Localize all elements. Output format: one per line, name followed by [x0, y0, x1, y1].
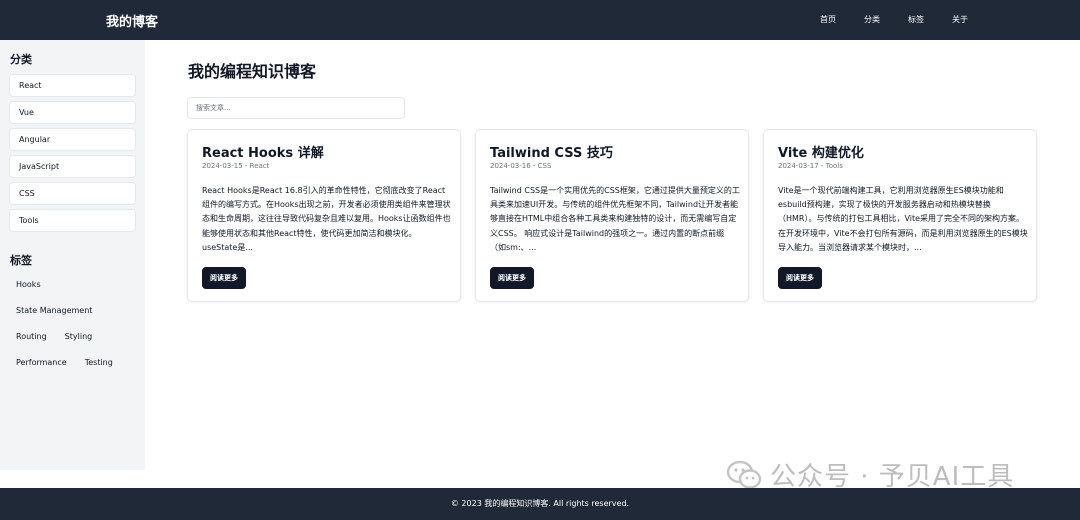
top-navbar: 我的博客 首页 分类 标签 关于 — [0, 0, 1080, 40]
post-title[interactable]: React Hooks 详解 — [202, 142, 324, 161]
main-nav: 首页 分类 标签 关于 — [820, 14, 996, 25]
read-more-button[interactable]: 阅读更多 — [202, 267, 246, 289]
post-title[interactable]: Tailwind CSS 技巧 — [490, 142, 613, 161]
footer-copyright: © 2023 我的编程知识博客. All rights reserved. — [450, 499, 630, 508]
post-card: Vite 构建优化 2024-03-17 - Tools Vite是一个现代前端… — [763, 129, 1037, 302]
nav-link-home[interactable]: 首页 — [820, 14, 836, 25]
category-item-css[interactable]: CSS — [9, 182, 136, 205]
footer: © 2023 我的编程知识博客. All rights reserved. — [0, 488, 1080, 520]
tags-heading: 标签 — [10, 254, 32, 267]
post-card: Tailwind CSS 技巧 2024-03-16 - CSS Tailwin… — [475, 129, 749, 302]
sidebar: 分类 React Vue Angular JavaScript CSS Tool… — [0, 40, 145, 470]
category-item-react[interactable]: React — [9, 74, 136, 97]
tag-testing[interactable]: Testing — [79, 355, 119, 370]
tag-list: Hooks State Management Routing Styling P… — [10, 277, 140, 381]
search-input[interactable] — [187, 97, 405, 119]
category-item-tools[interactable]: Tools — [9, 209, 136, 232]
page-title: 我的编程知识博客 — [188, 62, 317, 81]
post-excerpt: Tailwind CSS是一个实用优先的CSS框架，它通过提供大量预定义的工具类… — [490, 186, 740, 252]
nav-link-about[interactable]: 关于 — [952, 14, 968, 25]
category-item-angular[interactable]: Angular — [9, 128, 136, 151]
post-title[interactable]: Vite 构建优化 — [778, 142, 864, 161]
post-meta: 2024-03-15 - React — [202, 162, 270, 170]
post-card: React Hooks 详解 2024-03-15 - React React … — [187, 129, 461, 302]
post-meta: 2024-03-16 - CSS — [490, 162, 552, 170]
category-list: React Vue Angular JavaScript CSS Tools — [9, 74, 136, 236]
tag-styling[interactable]: Styling — [59, 329, 99, 344]
read-more-button[interactable]: 阅读更多 — [490, 267, 534, 289]
tag-hooks[interactable]: Hooks — [10, 277, 47, 292]
read-more-button[interactable]: 阅读更多 — [778, 267, 822, 289]
wechat-icon — [726, 460, 762, 489]
category-item-vue[interactable]: Vue — [9, 101, 136, 124]
tag-performance[interactable]: Performance — [10, 355, 73, 370]
category-item-javascript[interactable]: JavaScript — [9, 155, 136, 178]
categories-heading: 分类 — [10, 53, 32, 66]
tag-routing[interactable]: Routing — [10, 329, 53, 344]
post-meta: 2024-03-17 - Tools — [778, 162, 843, 170]
nav-link-categories[interactable]: 分类 — [864, 14, 880, 25]
site-brand[interactable]: 我的博客 — [106, 11, 158, 30]
post-excerpt: Vite是一个现代前端构建工具，它利用浏览器原生ES模块功能和esbuild预构… — [778, 186, 1028, 252]
post-excerpt: React Hooks是React 16.8引入的革命性特性，它彻底改变了Rea… — [202, 186, 451, 252]
nav-link-tags[interactable]: 标签 — [908, 14, 924, 25]
tag-state-management[interactable]: State Management — [10, 303, 98, 318]
